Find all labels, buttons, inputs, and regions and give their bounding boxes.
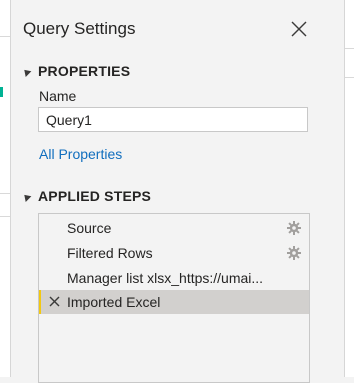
delete-step-x-icon[interactable] bbox=[48, 295, 61, 308]
background-window-left bbox=[0, 0, 11, 377]
step-label: Imported Excel bbox=[67, 294, 161, 310]
name-label: Name bbox=[39, 88, 77, 104]
applied-steps-heading: APPLIED STEPS bbox=[38, 188, 152, 204]
grid-line bbox=[0, 193, 10, 194]
step-manager-list[interactable]: Manager list xlsx_https://umai... bbox=[39, 266, 309, 290]
step-label: Source bbox=[67, 220, 112, 236]
collapse-triangle-icon bbox=[21, 192, 32, 202]
step-source[interactable]: Source bbox=[39, 216, 309, 240]
close-icon[interactable] bbox=[288, 18, 310, 40]
background-window-right bbox=[344, 0, 354, 377]
grid-line bbox=[345, 77, 354, 78]
gear-icon[interactable] bbox=[287, 246, 301, 260]
gear-icon[interactable] bbox=[287, 221, 301, 235]
step-imported-excel[interactable]: Imported Excel bbox=[39, 290, 309, 314]
applied-steps-list: Source Filtered Rows Manager list xlsx_h… bbox=[38, 213, 310, 383]
accent-marker bbox=[0, 87, 3, 97]
query-settings-pane: Query Settings PROPERTIES Name All Prope… bbox=[11, 0, 344, 383]
properties-section-header[interactable]: PROPERTIES bbox=[21, 63, 130, 79]
grid-line bbox=[0, 36, 10, 37]
all-properties-link[interactable]: All Properties bbox=[39, 146, 122, 162]
collapse-triangle-icon bbox=[21, 67, 32, 77]
properties-heading: PROPERTIES bbox=[38, 63, 131, 79]
pane-title: Query Settings bbox=[23, 19, 136, 38]
query-name-input[interactable] bbox=[38, 107, 308, 132]
grid-line bbox=[0, 216, 10, 217]
step-label: Manager list xlsx_https://umai... bbox=[67, 270, 264, 286]
step-filtered-rows[interactable]: Filtered Rows bbox=[39, 241, 309, 265]
step-label: Filtered Rows bbox=[67, 245, 153, 261]
applied-steps-section-header[interactable]: APPLIED STEPS bbox=[21, 188, 151, 204]
grid-line bbox=[345, 48, 354, 49]
